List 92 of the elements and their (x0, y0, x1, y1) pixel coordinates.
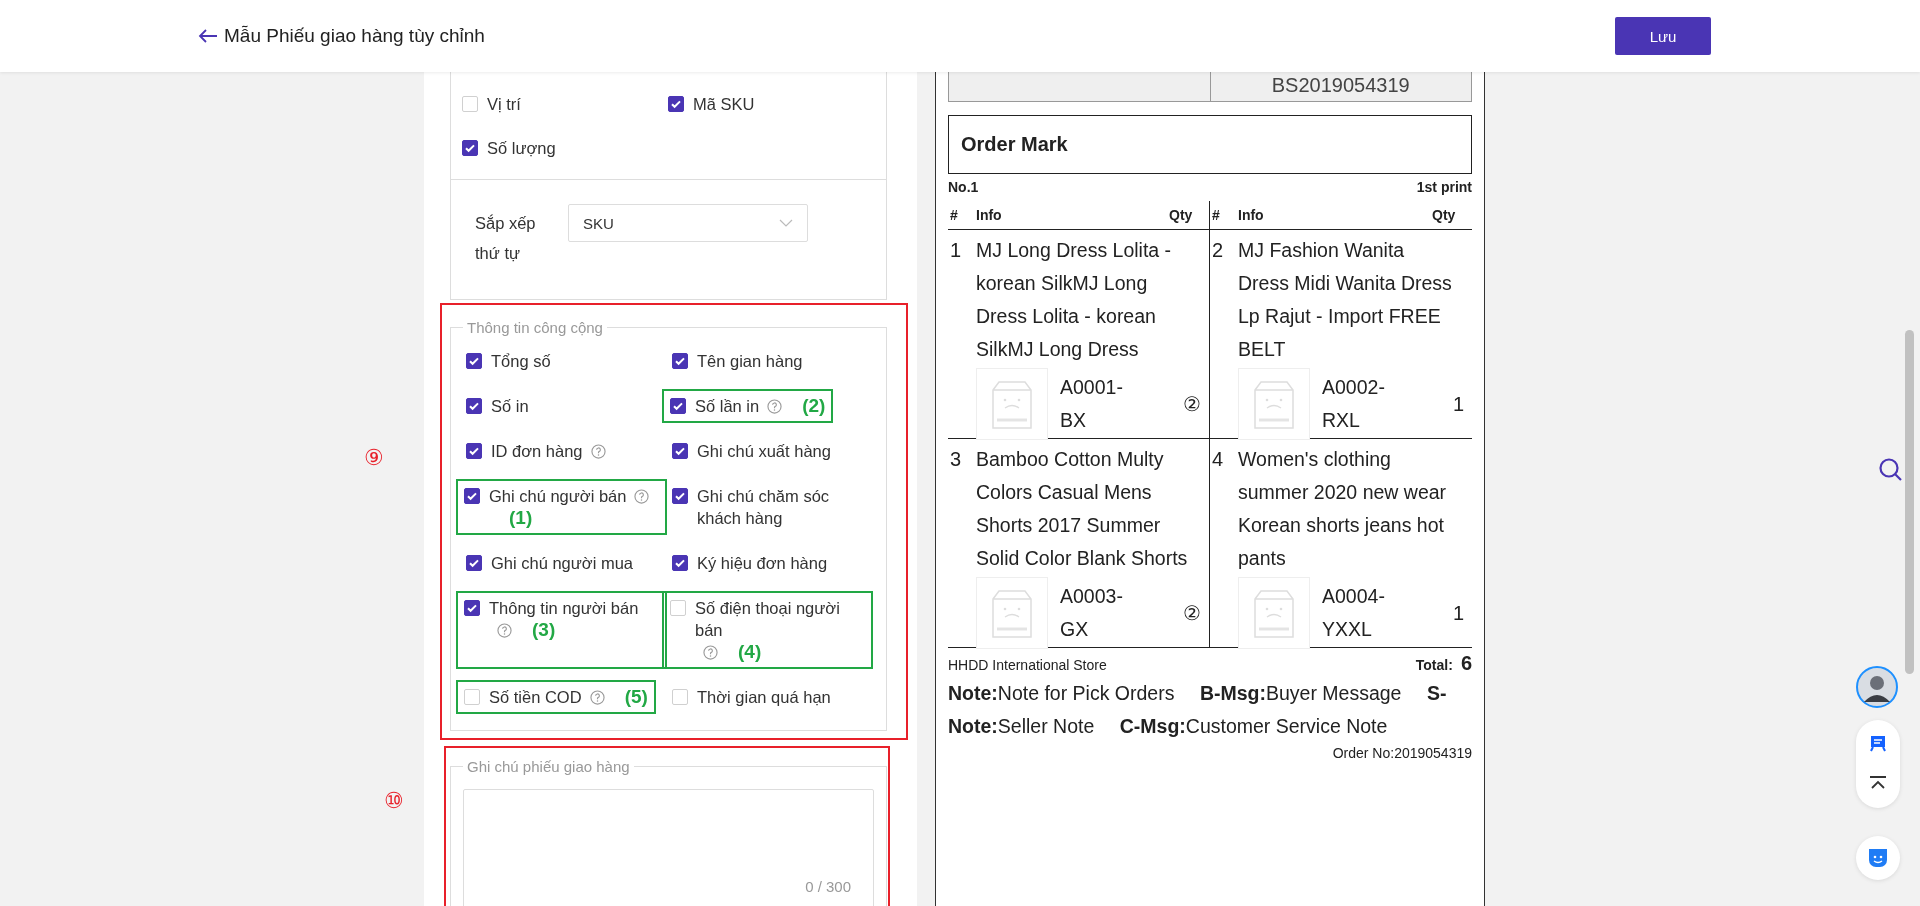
checkbox[interactable] (466, 443, 482, 459)
chevron-down-icon (779, 219, 793, 227)
item-name: MJ Long Dress Lolita - korean SilkMJ Long Dress Lolita - korean SilkMJ Long Dress (976, 238, 1173, 362)
checkbox[interactable] (466, 398, 482, 414)
item-quantity: ② (1183, 392, 1201, 416)
print-count: 1st print (1416, 179, 1472, 195)
avatar[interactable] (1856, 666, 1898, 708)
back-to-top-icon[interactable] (1869, 776, 1887, 790)
item-sku: A0002-RXL (1322, 375, 1386, 433)
option-label: Số lần in (695, 396, 760, 417)
item-index: 1 (950, 238, 963, 263)
board-icon[interactable] (1869, 734, 1887, 752)
help-icon[interactable] (589, 689, 605, 705)
item-sku: A0004-YXXL (1322, 584, 1386, 642)
image-placeholder-icon (976, 577, 1048, 649)
option-label: Ghi chú người mua (491, 553, 633, 574)
item-index: 2 (1212, 238, 1225, 263)
option-label: Số in (491, 396, 529, 417)
checkbox[interactable] (672, 488, 688, 504)
order-no: Order No:2019054319 (1332, 745, 1472, 761)
total-amount: Total: 6 (1415, 652, 1472, 675)
help-icon[interactable] (497, 622, 512, 638)
column-header: Info (976, 207, 1002, 223)
option-label: Tổng số (491, 351, 551, 372)
column-header: # (950, 207, 959, 223)
item-index: 3 (950, 447, 963, 472)
section-marker: ⑨ (364, 445, 384, 471)
table-cell: BS2019054319 (1209, 72, 1471, 101)
option-label: Thông tin người bán (489, 598, 639, 619)
checkbox[interactable] (668, 96, 684, 112)
order-number: No.1 (948, 179, 979, 195)
scrollbar-thumb[interactable] (1905, 330, 1914, 674)
store-name: HHDD International Store (948, 657, 1107, 673)
column-header: Info (1238, 207, 1264, 223)
option-label: Mã SKU (693, 94, 755, 115)
item-index: 4 (1212, 447, 1225, 472)
callout-label: (1) (509, 507, 533, 529)
option-label: Tên gian hàng (697, 351, 803, 372)
help-icon[interactable] (634, 488, 650, 504)
section-title: Ghi chú phiếu giao hàng (466, 758, 631, 775)
page-title: Mẫu Phiếu giao hàng tùy chỉnh (224, 25, 485, 47)
item-sku: A0001-BX (1060, 375, 1124, 433)
option-label: Ghi chú xuất hàng (697, 441, 831, 462)
item-sku: A0003-GX (1060, 584, 1124, 642)
item-name: Bamboo Cotton Multy Colors Casual Mens Shorts 2017 Summer Solid Color Blank Shorts (976, 447, 1189, 571)
item-quantity: ② (1183, 601, 1201, 625)
image-placeholder-icon (1238, 368, 1310, 440)
back-arrow-icon[interactable] (198, 28, 218, 44)
column-header: Qty (1432, 207, 1457, 223)
callout-label: (5) (624, 686, 648, 708)
image-placeholder-icon (1238, 577, 1310, 649)
item-quantity: 1 (1452, 392, 1464, 416)
checkbox[interactable] (670, 398, 686, 414)
item-quantity: 1 (1452, 601, 1464, 625)
smile-icon (1867, 848, 1889, 868)
option-label: Số lượng (487, 138, 556, 159)
order-mark-title: Order Mark (961, 133, 1068, 156)
help-icon[interactable] (590, 443, 606, 459)
help-icon[interactable] (703, 644, 718, 660)
option-label: Ký hiệu đơn hàng (697, 553, 828, 574)
help-icon[interactable] (767, 398, 783, 414)
checkbox[interactable] (462, 140, 478, 156)
option-label: Số tiền COD (489, 687, 582, 708)
option-label: Vị trí (487, 94, 521, 115)
callout-label: (4) (738, 641, 762, 663)
option-label: ID đơn hàng (491, 441, 583, 462)
section-title: Thông tin công cộng (466, 319, 604, 336)
column-header: Qty (1169, 207, 1194, 223)
option-label: Số điện thoại người bán (695, 598, 841, 641)
checkbox[interactable] (464, 600, 480, 616)
checkbox[interactable] (672, 555, 688, 571)
chat-button[interactable] (1856, 836, 1900, 880)
callout-label: (3) (532, 619, 556, 641)
notes-text: Note:Note for Pick Orders B-Msg:Buyer Message S-Note:Seller Note C-Msg:Customer Service Note (948, 681, 1448, 739)
char-counter: 0 / 300 (805, 878, 851, 895)
checkbox[interactable] (466, 555, 482, 571)
option-label: Ghi chú chăm sóc khách hàng (697, 486, 831, 529)
checkbox[interactable] (672, 443, 688, 459)
column-header: # (1212, 207, 1221, 223)
callout-label: (2) (802, 395, 826, 417)
checkbox[interactable] (672, 353, 688, 369)
option-label: Ghi chú người bán (489, 486, 627, 507)
image-placeholder-icon (976, 368, 1048, 440)
item-name: MJ Fashion Wanita Dress Midi Wanita Dress Lp Rajut - Import FREE BELT (1238, 238, 1453, 362)
search-icon[interactable] (1878, 457, 1904, 483)
section-marker: ⑩ (384, 788, 404, 814)
option-label: Thời gian quá hạn (697, 687, 831, 708)
sort-dropdown[interactable]: SKU (568, 204, 808, 242)
save-button[interactable]: Lưu (1615, 17, 1711, 55)
checkbox[interactable] (464, 488, 480, 504)
item-name: Women's clothing summer 2020 new wear Korean shorts jeans hot pants (1238, 447, 1448, 571)
checkbox[interactable] (466, 353, 482, 369)
